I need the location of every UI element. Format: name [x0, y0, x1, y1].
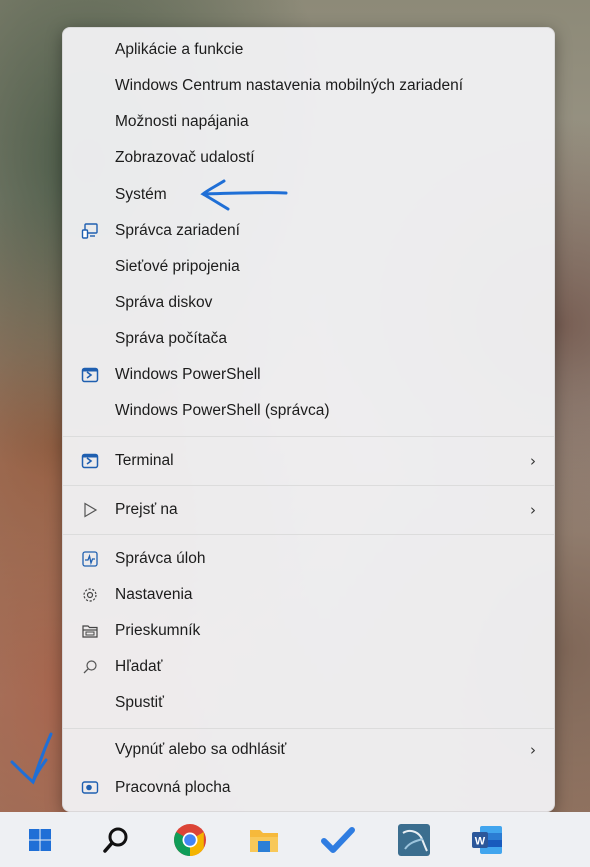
menu-item-label: Zobrazovač udalostí	[115, 149, 255, 166]
chrome-icon[interactable]	[170, 820, 210, 860]
chevron-right-icon: ›	[530, 501, 536, 519]
taskbar: W	[0, 812, 590, 867]
menu-item-label: Prejsť na	[115, 501, 178, 518]
menu-item-device-manager[interactable]: Správca zariadení	[63, 214, 554, 248]
annotation-arrow-left	[200, 179, 288, 211]
menu-item-settings[interactable]: Nastavenia	[63, 578, 554, 612]
menu-item-label: Pracovná plocha	[115, 779, 231, 796]
menu-item-label: Terminal	[115, 452, 174, 469]
search-icon[interactable]	[96, 820, 136, 860]
menu-item-powershell-admin[interactable]: Windows PowerShell (správca)	[63, 394, 554, 428]
menu-item-label: Sieťové pripojenia	[115, 258, 240, 275]
menu-separator	[63, 534, 554, 535]
menu-item-system[interactable]: Systém	[63, 178, 554, 212]
menu-item-disk-management[interactable]: Správa diskov	[63, 286, 554, 320]
menu-item-label: Správa počítača	[115, 330, 228, 347]
menu-item-apps-features[interactable]: Aplikácie a funkcie	[63, 33, 554, 67]
chevron-right-icon: ›	[530, 741, 536, 759]
terminal-icon	[81, 452, 99, 470]
menu-item-task-manager[interactable]: Správca úloh	[63, 542, 554, 576]
chevron-right-icon: ›	[530, 452, 536, 470]
menu-item-label: Hľadať	[115, 658, 163, 675]
mysql-workbench-icon[interactable]	[394, 820, 434, 860]
task-manager-icon	[81, 550, 99, 568]
device-manager-icon	[81, 222, 99, 240]
menu-item-label: Windows PowerShell (správca)	[115, 402, 330, 419]
menu-item-label: Správca zariadení	[115, 222, 240, 239]
menu-separator	[63, 728, 554, 729]
powershell-icon	[81, 366, 99, 384]
menu-item-file-explorer[interactable]: Prieskumník	[63, 614, 554, 648]
menu-item-label: Spustiť	[115, 694, 164, 711]
menu-item-desktop[interactable]: Pracovná plocha	[63, 771, 554, 805]
desktop-icon	[81, 779, 99, 797]
menu-separator	[63, 436, 554, 437]
gear-icon	[81, 586, 99, 604]
menu-item-label: Systém	[115, 186, 167, 203]
menu-item-label: Správa diskov	[115, 294, 213, 311]
menu-item-label: Aplikácie a funkcie	[115, 41, 244, 58]
menu-item-shutdown-signout[interactable]: Vypnúť alebo sa odhlásiť ›	[63, 733, 554, 767]
menu-item-event-viewer[interactable]: Zobrazovač udalostí	[63, 141, 554, 175]
file-explorer-icon[interactable]	[244, 820, 284, 860]
menu-item-label: Windows PowerShell	[115, 366, 261, 383]
winx-context-menu: Aplikácie a funkcie Windows Centrum nast…	[62, 27, 555, 812]
menu-item-terminal[interactable]: Terminal ›	[63, 444, 554, 478]
word-icon[interactable]: W	[467, 820, 507, 860]
menu-item-run[interactable]: Spustiť	[63, 686, 554, 720]
menu-item-go-to[interactable]: Prejsť na ›	[63, 493, 554, 527]
menu-item-label: Možnosti napájania	[115, 113, 249, 130]
menu-item-network-connections[interactable]: Sieťové pripojenia	[63, 250, 554, 284]
menu-item-label: Správca úloh	[115, 550, 206, 567]
todo-check-icon[interactable]	[318, 820, 358, 860]
menu-item-label: Windows Centrum nastavenia mobilných zar…	[115, 77, 464, 94]
menu-item-mobility-center[interactable]: Windows Centrum nastavenia mobilných zar…	[63, 69, 554, 103]
play-outline-icon	[81, 501, 99, 519]
folder-icon	[81, 622, 99, 640]
annotation-arrow-down	[10, 732, 53, 785]
menu-item-search[interactable]: Hľadať	[63, 650, 554, 684]
menu-item-label: Prieskumník	[115, 622, 201, 639]
menu-item-computer-management[interactable]: Správa počítača	[63, 322, 554, 356]
menu-item-power-options[interactable]: Možnosti napájania	[63, 105, 554, 139]
menu-item-label: Vypnúť alebo sa odhlásiť	[115, 741, 287, 758]
svg-text:W: W	[475, 836, 486, 848]
menu-item-powershell[interactable]: Windows PowerShell	[63, 358, 554, 392]
menu-separator	[63, 485, 554, 486]
search-icon	[81, 658, 99, 676]
windows-start-icon[interactable]	[20, 820, 60, 860]
menu-item-label: Nastavenia	[115, 586, 193, 603]
